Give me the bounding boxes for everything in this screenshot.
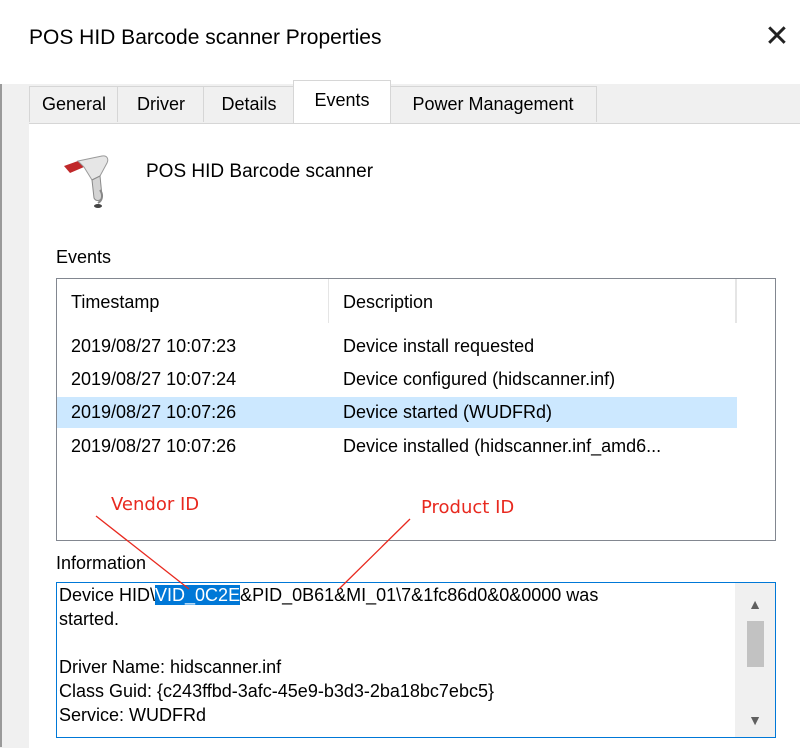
scroll-down-icon[interactable]: ▼ — [735, 707, 775, 733]
table-row-selected[interactable]: 2019/08/27 10:07:26 Device started (WUDF… — [57, 397, 737, 428]
list-header: Timestamp Description — [57, 279, 737, 323]
device-name: POS HID Barcode scanner — [146, 161, 374, 182]
description-cell: Device configured (hidscanner.inf) — [343, 369, 616, 389]
list-header-filler — [735, 279, 776, 323]
timestamp-cell: 2019/08/27 10:07:23 — [71, 336, 237, 356]
scroll-up-icon[interactable]: ▲ — [735, 591, 775, 617]
vendor-id-annotation: Vendor ID — [111, 494, 200, 515]
window-title: POS HID Barcode scanner Properties — [29, 26, 382, 49]
information-label: Information — [56, 553, 147, 573]
events-label: Events — [56, 247, 112, 267]
info-device-prefix: Device HID\ — [59, 585, 156, 605]
information-scrollbar[interactable]: ▲ ▼ — [735, 583, 775, 737]
table-row[interactable]: 2019/08/27 10:07:23 Device install reque… — [57, 331, 737, 362]
tab-details[interactable]: Details — [203, 86, 295, 122]
description-cell: Device started (WUDFRd) — [343, 402, 553, 422]
column-header-description[interactable]: Description — [329, 279, 737, 323]
vendor-id-selection: VID_0C2E — [155, 585, 241, 605]
info-line-blank — [59, 631, 731, 655]
tab-general[interactable]: General — [29, 86, 119, 122]
close-icon[interactable]: ✕ — [760, 20, 794, 54]
column-header-timestamp[interactable]: Timestamp — [57, 279, 329, 323]
description-cell: Device install requested — [343, 336, 535, 356]
info-service: Service: WUDFRd — [59, 705, 207, 725]
info-driver-name: Driver Name: hidscanner.inf — [59, 657, 282, 677]
timestamp-cell: 2019/08/27 10:07:26 — [71, 436, 237, 456]
information-textbox[interactable]: Device HID\VID_0C2E&PID_0B61&MI_01\7&1fc… — [56, 582, 776, 738]
information-text[interactable]: Device HID\VID_0C2E&PID_0B61&MI_01\7&1fc… — [59, 583, 731, 727]
info-line: started. — [59, 609, 120, 629]
info-device-suffix: &PID_0B61&MI_01\7&1fc86d0&0&0000 was — [240, 585, 599, 605]
table-row[interactable]: 2019/08/27 10:07:26 Device installed (hi… — [57, 431, 737, 462]
table-row[interactable]: 2019/08/27 10:07:24 Device configured (h… — [57, 364, 737, 395]
tab-events[interactable]: Events — [293, 80, 391, 123]
barcode-scanner-icon — [64, 155, 109, 208]
info-class-guid: Class Guid: {c243ffbd-3afc-45e9-b3d3-2ba… — [59, 681, 494, 701]
tab-driver[interactable]: Driver — [117, 86, 205, 122]
tab-power-management[interactable]: Power Management — [389, 86, 597, 122]
timestamp-cell: 2019/08/27 10:07:26 — [71, 402, 237, 422]
window-left-edge — [0, 0, 2, 747]
scrollbar-thumb[interactable] — [747, 621, 764, 667]
info-line: Device HID\VID_0C2E&PID_0B61&MI_01\7&1fc… — [59, 583, 731, 607]
timestamp-cell: 2019/08/27 10:07:24 — [71, 369, 237, 389]
title-bar: POS HID Barcode scanner Properties ✕ — [0, 0, 800, 84]
product-id-annotation: Product ID — [421, 497, 515, 518]
description-cell: Device installed (hidscanner.inf_amd6... — [343, 436, 662, 456]
